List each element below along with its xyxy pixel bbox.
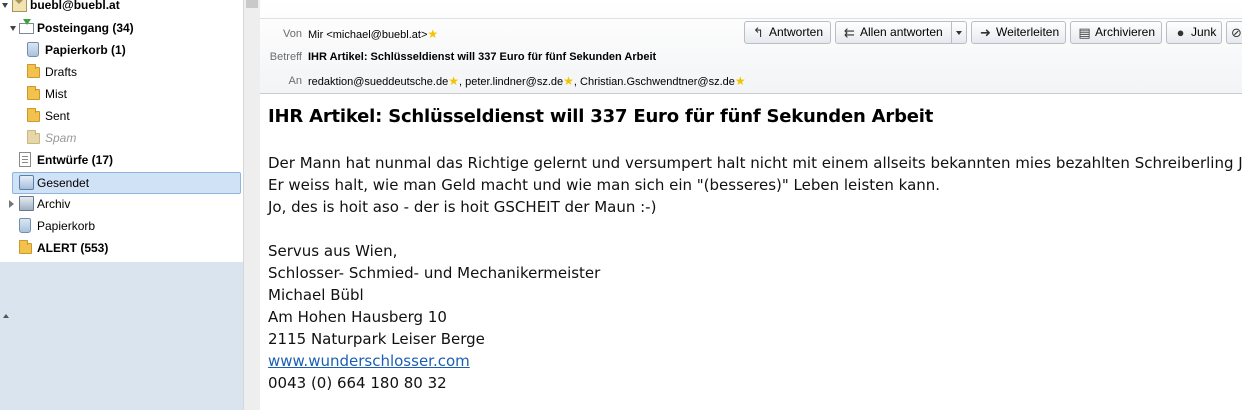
recipient-3[interactable]: Christian.Gschwendtner@sz.de [580, 76, 735, 88]
twisty-open-icon[interactable] [10, 26, 16, 31]
reply-icon: ↰ [753, 25, 764, 40]
folder-label: Drafts [45, 65, 78, 79]
to-label: An [288, 75, 302, 87]
folder-archiv[interactable]: Archiv [0, 193, 243, 215]
folder-icon [27, 108, 40, 122]
body-text-line: Er weiss halt, wie man Geld macht und wi… [268, 176, 941, 194]
forward-icon: ➜ [980, 25, 991, 40]
folder-label: Spam [45, 131, 77, 145]
delete-icon: ⊘ [1231, 25, 1242, 40]
signature-line: Michael Bübl [268, 286, 364, 304]
to-field: redaktion@sueddeutsche.de★, peter.lindne… [308, 74, 746, 88]
reply-all-dropdown[interactable] [951, 21, 967, 44]
signature-website-link[interactable]: www.wunderschlosser.com [268, 352, 470, 370]
folder-inbox[interactable]: Posteingang (34) [0, 17, 243, 39]
account-icon [12, 0, 27, 12]
folder-sent[interactable]: Sent [0, 105, 243, 127]
inbox-icon [19, 19, 34, 34]
folder-tree: buebl@buebl.at Posteingang (34) Papierko… [0, 0, 243, 262]
forward-button[interactable]: ➜ Weiterleiten [971, 21, 1066, 44]
folder-alert[interactable]: ALERT (553) [0, 237, 243, 259]
signature-line: 2115 Naturpark Leiser Berge [268, 330, 485, 348]
junk-icon: ● [1176, 25, 1185, 40]
star-icon[interactable]: ★ [563, 74, 574, 88]
reply-all-label: Allen antworten [860, 25, 943, 39]
star-icon[interactable]: ★ [448, 74, 459, 88]
junk-label: Junk [1191, 25, 1217, 39]
signature-line: Schlosser- Schmied- und Mechanikermeiste… [268, 264, 601, 282]
folder-spam[interactable]: Spam [0, 127, 243, 149]
folder-inbox-trash[interactable]: Papierkorb (1) [0, 39, 243, 61]
folder-drafts[interactable]: Drafts [0, 61, 243, 83]
message-subject-heading: IHR Artikel: Schlüsseldienst will 337 Eu… [268, 106, 934, 127]
trash-icon [27, 42, 39, 57]
folder-label: Archiv [37, 197, 71, 211]
folder-icon [27, 64, 40, 78]
archive-button[interactable]: ▤ Archivieren [1070, 21, 1162, 44]
recipient-2[interactable]: peter.lindner@sz.de [465, 76, 563, 88]
message-body: IHR Artikel: Schlüsseldienst will 337 Eu… [260, 94, 1242, 410]
archive-label: Archivieren [1095, 25, 1156, 39]
forward-label: Weiterleiten [996, 25, 1060, 39]
from-value[interactable]: Mir <michael@buebl.at> [308, 29, 427, 41]
reply-button[interactable]: ↰ Antworten [744, 21, 831, 44]
folder-label: Mist [45, 87, 67, 101]
twisty-open-icon[interactable] [2, 3, 8, 8]
header-divider [260, 18, 1242, 19]
folder-label: Papierkorb (1) [45, 43, 126, 57]
folder-pane: buebl@buebl.at Posteingang (34) Papierko… [0, 0, 243, 410]
from-field[interactable]: Mir <michael@buebl.at>★ [308, 27, 438, 41]
delete-button[interactable]: ⊘ [1226, 21, 1242, 44]
recipient-1[interactable]: redaktion@sueddeutsche.de [308, 76, 448, 88]
body-text-line: Der Mann hat nunmal das Richtige gelernt… [268, 154, 1242, 172]
signature-phone: 0043 (0) 664 180 80 32 [268, 374, 447, 392]
reply-label: Antworten [769, 25, 824, 39]
folder-mist[interactable]: Mist [0, 83, 243, 105]
folder-gesendet[interactable]: Gesendet [0, 172, 243, 194]
folder-scrollbar[interactable] [243, 0, 260, 410]
folder-account[interactable]: buebl@buebl.at [0, 0, 243, 16]
subject-label: Betreff [269, 51, 302, 63]
collapse-arrow-icon[interactable] [3, 314, 9, 318]
folder-label: buebl@buebl.at [30, 0, 120, 12]
folder-label: ALERT (553) [37, 241, 109, 255]
signature-line: Am Hohen Hausberg 10 [268, 308, 447, 326]
archive-icon [19, 196, 34, 211]
folder-entwuerfe[interactable]: Entwürfe (17) [0, 149, 243, 171]
drafts-icon [19, 152, 31, 167]
from-label: Von [283, 28, 302, 40]
trash-icon [19, 218, 31, 233]
star-icon[interactable]: ★ [427, 27, 438, 41]
scrollbar-thumb[interactable] [246, 0, 258, 8]
folder-icon [27, 130, 40, 144]
folder-papierkorb[interactable]: Papierkorb [0, 215, 243, 237]
folder-icon [19, 240, 32, 254]
sent-icon [19, 175, 34, 190]
star-icon[interactable]: ★ [735, 74, 746, 88]
reply-all-icon: ⇇ [844, 25, 855, 40]
message-header: Von Mir <michael@buebl.at>★ Betreff IHR … [260, 0, 1242, 94]
folder-label: Entwürfe (17) [37, 153, 114, 167]
folder-icon [27, 86, 40, 100]
reply-all-button[interactable]: ⇇ Allen antworten [835, 21, 952, 44]
archive-icon: ▤ [1078, 25, 1091, 40]
folder-label: Gesendet [37, 176, 90, 190]
folder-label: Papierkorb [37, 219, 96, 233]
body-text-line: Jo, des is hoit aso - der is hoit GSCHEI… [268, 198, 657, 216]
folder-label: Sent [45, 109, 70, 123]
signature-line: Servus aus Wien, [268, 242, 398, 260]
subject-value: IHR Artikel: Schlüsseldienst will 337 Eu… [308, 51, 657, 63]
twisty-closed-icon[interactable] [9, 200, 14, 208]
junk-button[interactable]: ● Junk [1166, 21, 1222, 44]
folder-label: Posteingang (34) [37, 21, 134, 35]
